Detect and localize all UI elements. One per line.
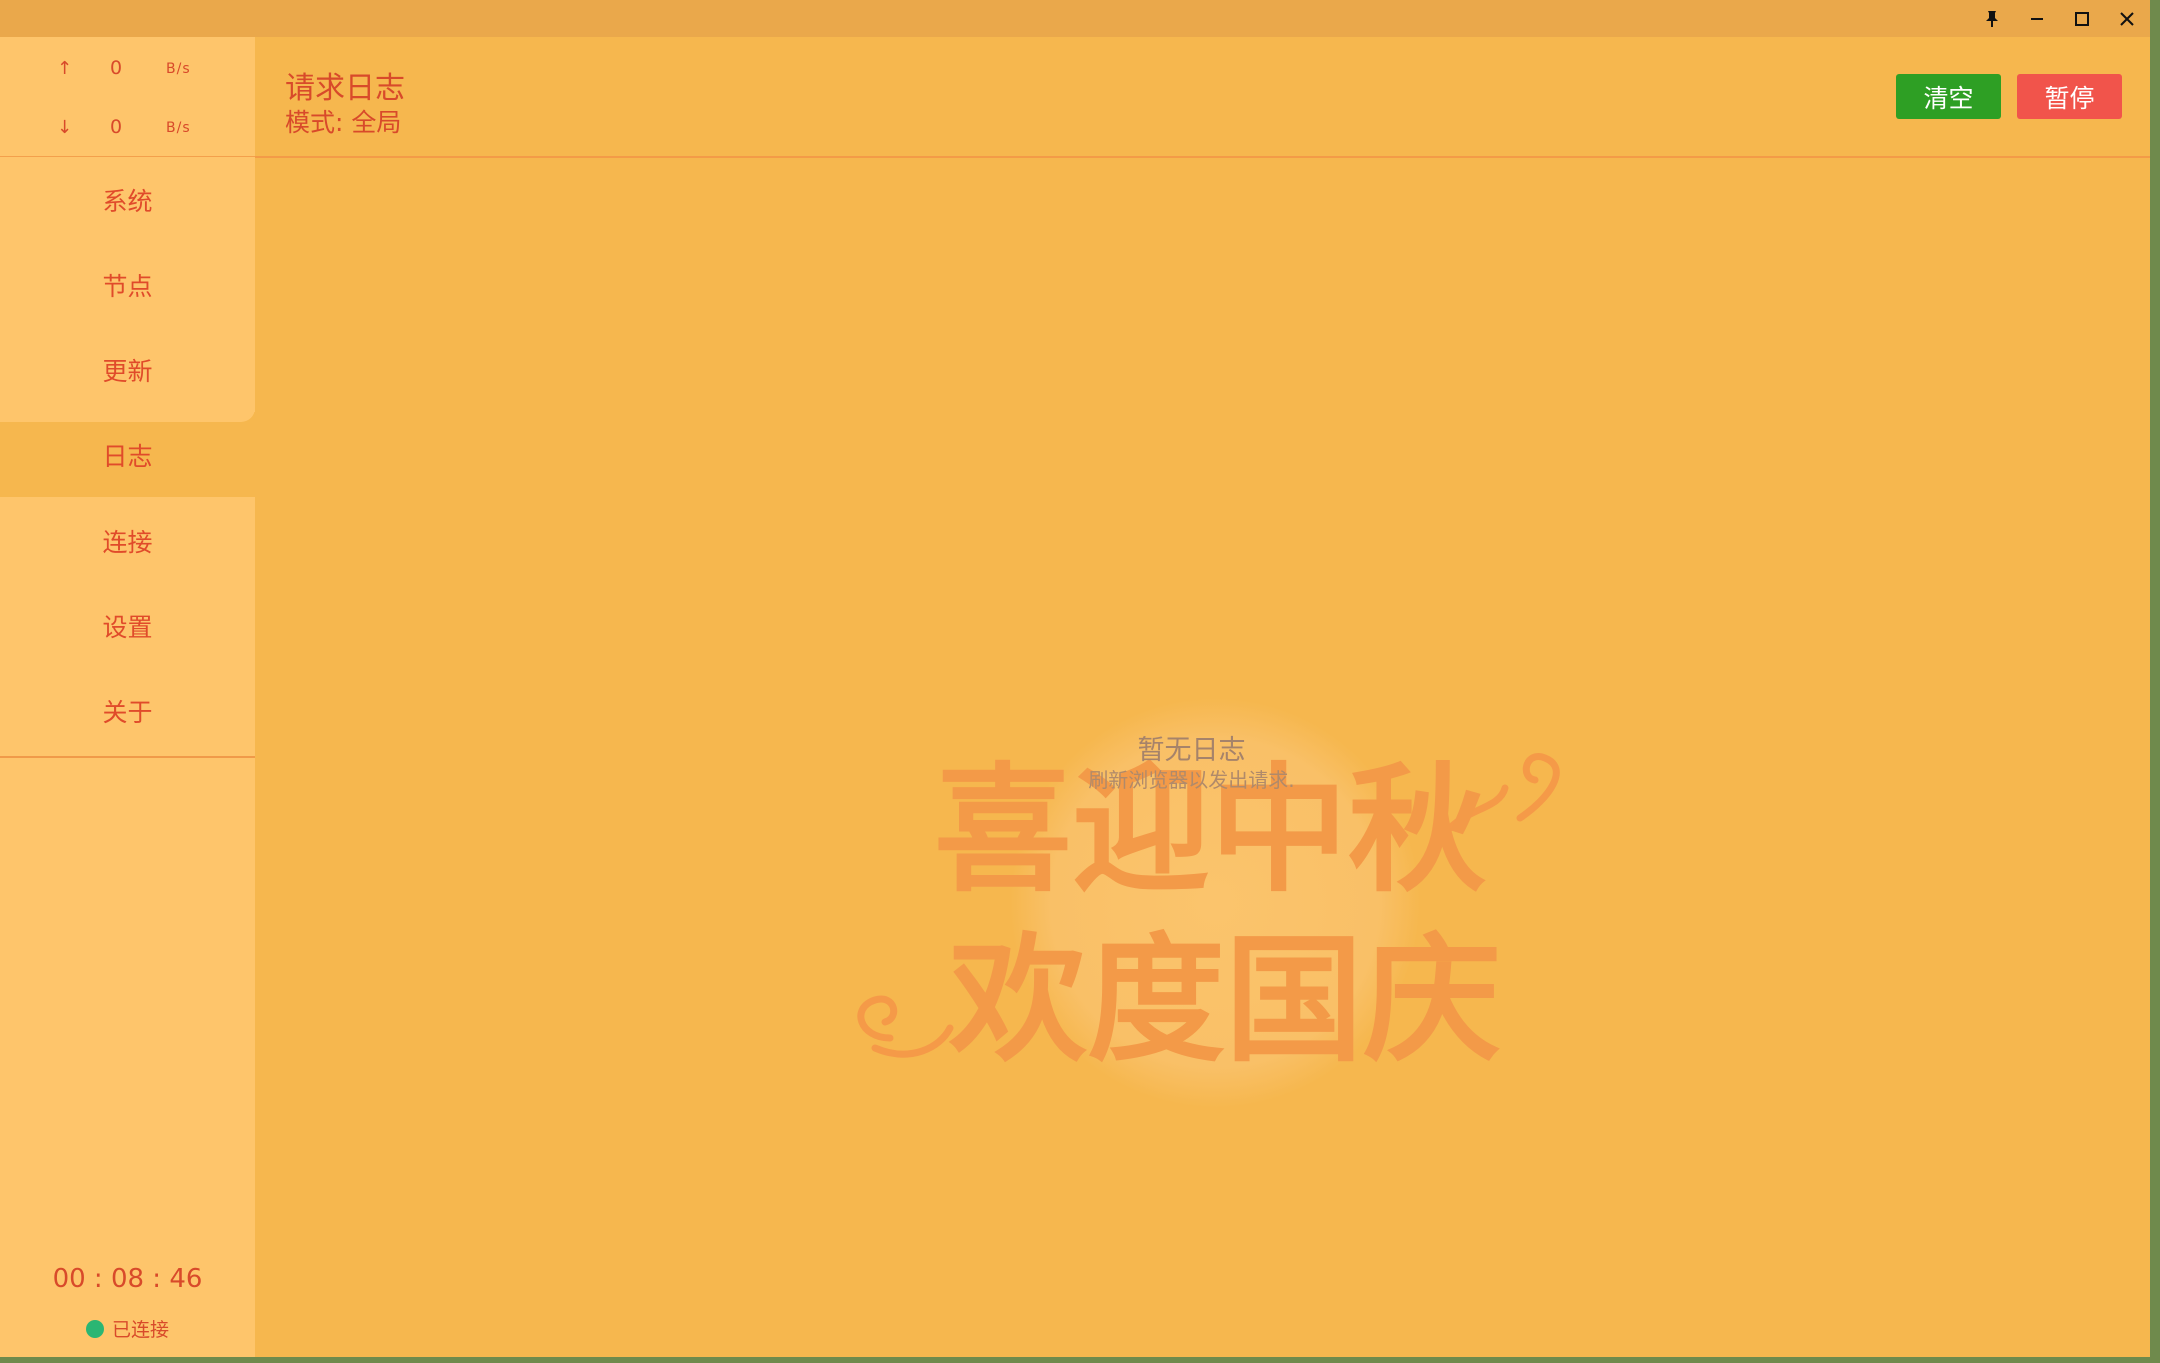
empty-state-title: 暂无日志 bbox=[1137, 735, 1246, 766]
banner-line-2: 欢度国庆 bbox=[948, 918, 1501, 1081]
maximize-icon bbox=[2075, 11, 2089, 26]
sidebar-item-label: 关于 bbox=[102, 697, 153, 727]
sidebar-item-label: 日志 bbox=[102, 441, 153, 471]
pin-button[interactable] bbox=[1970, 0, 2014, 37]
app-window: ↑ 0 B/s ↓ 0 B/s 系统 节点 更新 日志 连接 设置 关于 00 … bbox=[0, 0, 2150, 1357]
sidebar-item-logs[interactable]: 日志 bbox=[0, 412, 255, 497]
sidebar: ↑ 0 B/s ↓ 0 B/s 系统 节点 更新 日志 连接 设置 关于 00 … bbox=[0, 37, 255, 1357]
sidebar-item-label: 更新 bbox=[102, 356, 153, 386]
sidebar-item-system[interactable]: 系统 bbox=[0, 157, 255, 242]
maximize-button[interactable] bbox=[2060, 0, 2104, 37]
status-label: 已连接 bbox=[111, 1319, 169, 1341]
title-bar[interactable] bbox=[0, 0, 2150, 37]
minimize-button[interactable] bbox=[2015, 0, 2059, 37]
log-content: 喜迎中秋 欢度国庆 暂无日志 刷新浏览器以发出请求. bbox=[255, 158, 2150, 1357]
upload-speed: ↑ 0 B/s bbox=[0, 55, 255, 85]
clear-button[interactable]: 清空 bbox=[1896, 74, 2001, 119]
download-speed: ↓ 0 B/s bbox=[0, 114, 255, 144]
pin-icon bbox=[1986, 10, 1998, 27]
active-tab-notch bbox=[0, 407, 255, 422]
sidebar-item-connections[interactable]: 连接 bbox=[0, 498, 255, 583]
sidebar-item-label: 设置 bbox=[102, 612, 153, 642]
sidebar-item-label: 连接 bbox=[102, 527, 153, 557]
download-value: 0 bbox=[110, 116, 123, 138]
upload-arrow-icon: ↑ bbox=[57, 58, 73, 79]
pause-button[interactable]: 暂停 bbox=[2017, 74, 2122, 119]
uptime-timer: 00 : 08 : 46 bbox=[52, 1264, 203, 1294]
sidebar-item-settings[interactable]: 设置 bbox=[0, 583, 255, 668]
upload-unit: B/s bbox=[166, 61, 191, 77]
connection-status: 已连接 bbox=[0, 1315, 255, 1342]
sidebar-item-about[interactable]: 关于 bbox=[0, 668, 255, 753]
proxy-mode: 模式: 全局 bbox=[285, 108, 402, 137]
download-unit: B/s bbox=[166, 120, 191, 136]
sidebar-item-update[interactable]: 更新 bbox=[0, 327, 255, 412]
empty-state-subtitle: 刷新浏览器以发出请求. bbox=[1088, 768, 1295, 792]
sidebar-item-nodes[interactable]: 节点 bbox=[0, 242, 255, 327]
upload-value: 0 bbox=[110, 57, 123, 79]
sidebar-divider bbox=[0, 756, 255, 758]
close-button[interactable] bbox=[2105, 0, 2149, 37]
page-header: 请求日志 模式: 全局 清空 暂停 bbox=[255, 37, 2150, 158]
download-arrow-icon: ↓ bbox=[57, 117, 73, 138]
sidebar-item-label: 系统 bbox=[102, 186, 153, 216]
sidebar-item-label: 节点 bbox=[102, 271, 153, 301]
minimize-icon bbox=[2031, 17, 2043, 20]
page-title: 请求日志 bbox=[285, 71, 405, 106]
status-dot-icon bbox=[85, 1319, 104, 1338]
close-icon bbox=[2120, 11, 2134, 26]
